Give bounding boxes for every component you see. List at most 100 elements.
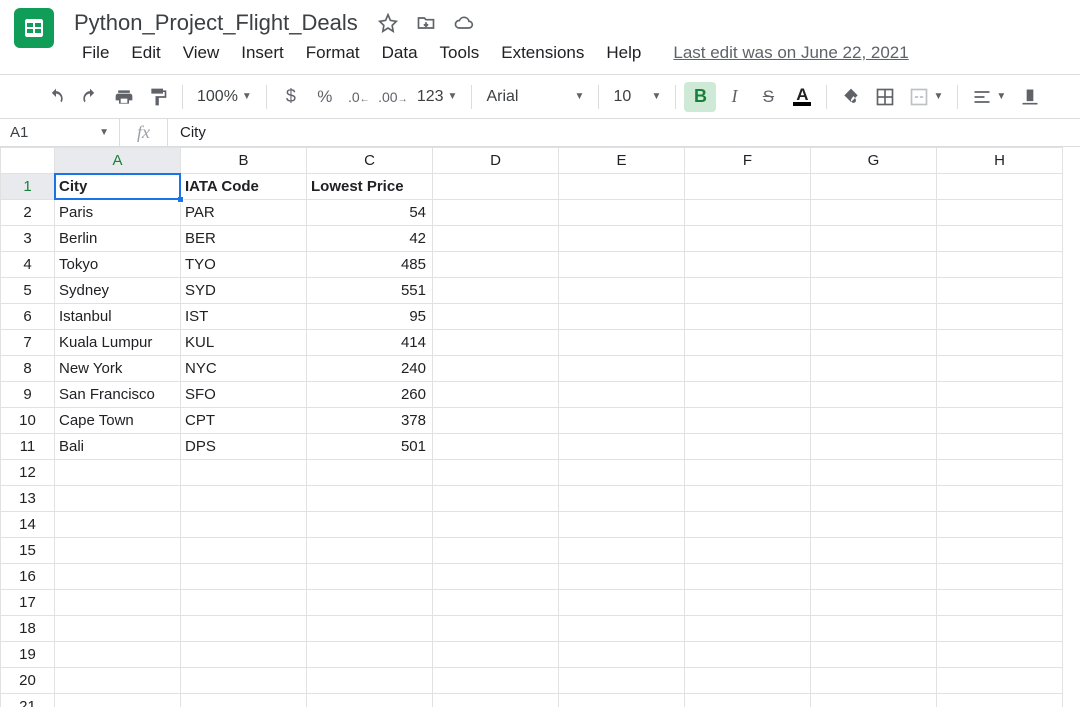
row-header-6[interactable]: 6 [1, 304, 55, 330]
cell-F21[interactable] [685, 694, 811, 708]
format-percent-icon[interactable]: % [309, 82, 341, 112]
row-header-7[interactable]: 7 [1, 330, 55, 356]
cell-B8[interactable]: NYC [181, 356, 307, 382]
cell-H11[interactable] [937, 434, 1063, 460]
column-header-H[interactable]: H [937, 148, 1063, 174]
row-header-15[interactable]: 15 [1, 538, 55, 564]
cell-D12[interactable] [433, 460, 559, 486]
cell-E9[interactable] [559, 382, 685, 408]
cell-A3[interactable]: Berlin [55, 226, 181, 252]
fill-handle[interactable] [177, 196, 184, 203]
cell-C14[interactable] [307, 512, 433, 538]
cell-B12[interactable] [181, 460, 307, 486]
spreadsheet-grid[interactable]: ABCDEFGH1CityIATA CodeLowest Price2Paris… [0, 147, 1080, 707]
cell-B10[interactable]: CPT [181, 408, 307, 434]
menu-data[interactable]: Data [372, 39, 428, 67]
cell-E6[interactable] [559, 304, 685, 330]
cell-D13[interactable] [433, 486, 559, 512]
cell-F5[interactable] [685, 278, 811, 304]
cell-H13[interactable] [937, 486, 1063, 512]
borders-icon[interactable] [869, 82, 901, 112]
row-header-9[interactable]: 9 [1, 382, 55, 408]
cell-D19[interactable] [433, 642, 559, 668]
cell-A9[interactable]: San Francisco [55, 382, 181, 408]
cell-D4[interactable] [433, 252, 559, 278]
name-box[interactable]: A1 ▼ [0, 119, 120, 146]
row-header-1[interactable]: 1 [1, 174, 55, 200]
cell-F13[interactable] [685, 486, 811, 512]
cell-F8[interactable] [685, 356, 811, 382]
row-header-19[interactable]: 19 [1, 642, 55, 668]
cell-B14[interactable] [181, 512, 307, 538]
cell-E3[interactable] [559, 226, 685, 252]
cell-E1[interactable] [559, 174, 685, 200]
cell-F11[interactable] [685, 434, 811, 460]
column-header-D[interactable]: D [433, 148, 559, 174]
cell-A19[interactable] [55, 642, 181, 668]
cell-B3[interactable]: BER [181, 226, 307, 252]
document-title[interactable]: Python_Project_Flight_Deals [72, 10, 360, 36]
cell-F15[interactable] [685, 538, 811, 564]
cloud-status-icon[interactable] [454, 13, 474, 33]
menu-view[interactable]: View [173, 39, 230, 67]
row-header-2[interactable]: 2 [1, 200, 55, 226]
cell-D18[interactable] [433, 616, 559, 642]
cell-B6[interactable]: IST [181, 304, 307, 330]
select-all-corner[interactable] [1, 148, 55, 174]
cell-C17[interactable] [307, 590, 433, 616]
cell-C10[interactable]: 378 [307, 408, 433, 434]
row-header-13[interactable]: 13 [1, 486, 55, 512]
cell-A5[interactable]: Sydney [55, 278, 181, 304]
cell-C20[interactable] [307, 668, 433, 694]
cell-D15[interactable] [433, 538, 559, 564]
cell-B4[interactable]: TYO [181, 252, 307, 278]
cell-E16[interactable] [559, 564, 685, 590]
row-header-3[interactable]: 3 [1, 226, 55, 252]
paint-format-icon[interactable] [142, 82, 174, 112]
row-header-20[interactable]: 20 [1, 668, 55, 694]
row-header-12[interactable]: 12 [1, 460, 55, 486]
cell-G21[interactable] [811, 694, 937, 708]
cell-C13[interactable] [307, 486, 433, 512]
cell-B2[interactable]: PAR [181, 200, 307, 226]
cell-F14[interactable] [685, 512, 811, 538]
row-header-4[interactable]: 4 [1, 252, 55, 278]
cell-E4[interactable] [559, 252, 685, 278]
cell-H16[interactable] [937, 564, 1063, 590]
column-header-B[interactable]: B [181, 148, 307, 174]
cell-E12[interactable] [559, 460, 685, 486]
sheets-app-icon[interactable] [14, 8, 54, 48]
cell-F17[interactable] [685, 590, 811, 616]
cell-E14[interactable] [559, 512, 685, 538]
cell-D11[interactable] [433, 434, 559, 460]
cell-C8[interactable]: 240 [307, 356, 433, 382]
bold-button[interactable]: B [684, 82, 716, 112]
column-header-F[interactable]: F [685, 148, 811, 174]
cell-C1[interactable]: Lowest Price [307, 174, 433, 200]
cell-G9[interactable] [811, 382, 937, 408]
cell-G1[interactable] [811, 174, 937, 200]
star-icon[interactable] [378, 13, 398, 33]
cell-H14[interactable] [937, 512, 1063, 538]
cell-E18[interactable] [559, 616, 685, 642]
cell-A20[interactable] [55, 668, 181, 694]
merge-cells-dropdown[interactable]: ▼ [903, 82, 949, 112]
cell-F18[interactable] [685, 616, 811, 642]
cell-A6[interactable]: Istanbul [55, 304, 181, 330]
increase-decimal-icon[interactable]: .00→ [377, 82, 409, 112]
row-header-14[interactable]: 14 [1, 512, 55, 538]
cell-D14[interactable] [433, 512, 559, 538]
cell-A4[interactable]: Tokyo [55, 252, 181, 278]
cell-C11[interactable]: 501 [307, 434, 433, 460]
cell-E11[interactable] [559, 434, 685, 460]
cell-G19[interactable] [811, 642, 937, 668]
cell-A7[interactable]: Kuala Lumpur [55, 330, 181, 356]
cell-F19[interactable] [685, 642, 811, 668]
cell-G6[interactable] [811, 304, 937, 330]
column-header-C[interactable]: C [307, 148, 433, 174]
column-header-E[interactable]: E [559, 148, 685, 174]
cell-G2[interactable] [811, 200, 937, 226]
cell-D3[interactable] [433, 226, 559, 252]
cell-D20[interactable] [433, 668, 559, 694]
cell-D21[interactable] [433, 694, 559, 708]
